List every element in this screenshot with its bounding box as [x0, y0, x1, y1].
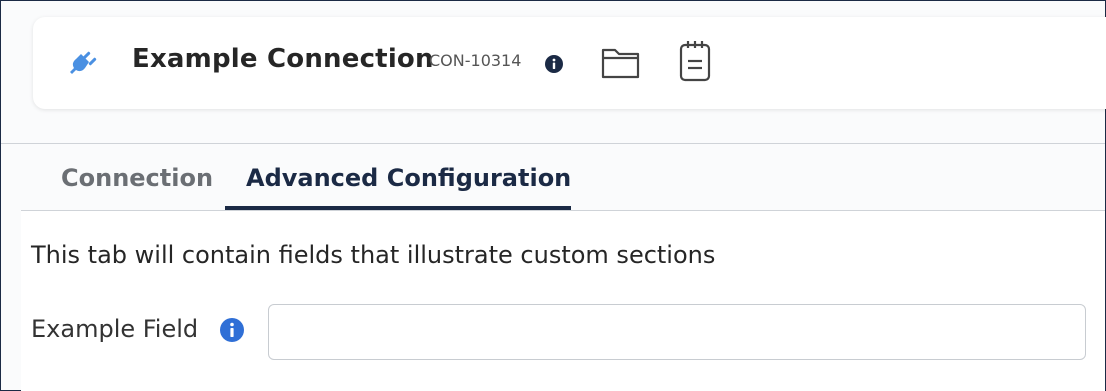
tab-bar-divider — [21, 210, 1105, 211]
tab-description: This tab will contain fields that illust… — [31, 241, 716, 269]
notepad-icon[interactable] — [677, 39, 713, 83]
window-frame: Example Connection CON-10314 Connection … — [0, 0, 1106, 391]
info-icon[interactable] — [544, 54, 564, 74]
tab-advanced-configuration[interactable]: Advanced Configuration — [246, 164, 571, 192]
plug-icon — [70, 51, 97, 74]
example-field-input[interactable] — [268, 304, 1086, 360]
tab-connection[interactable]: Connection — [61, 164, 213, 192]
connection-code: CON-10314 — [429, 51, 522, 70]
info-icon[interactable] — [219, 317, 245, 343]
tab-content-panel — [21, 211, 1105, 391]
example-field-label: Example Field — [31, 315, 199, 343]
active-tab-indicator — [225, 206, 571, 210]
folder-icon[interactable] — [600, 45, 642, 81]
page-title: Example Connection — [132, 44, 434, 74]
section-divider — [1, 143, 1105, 144]
